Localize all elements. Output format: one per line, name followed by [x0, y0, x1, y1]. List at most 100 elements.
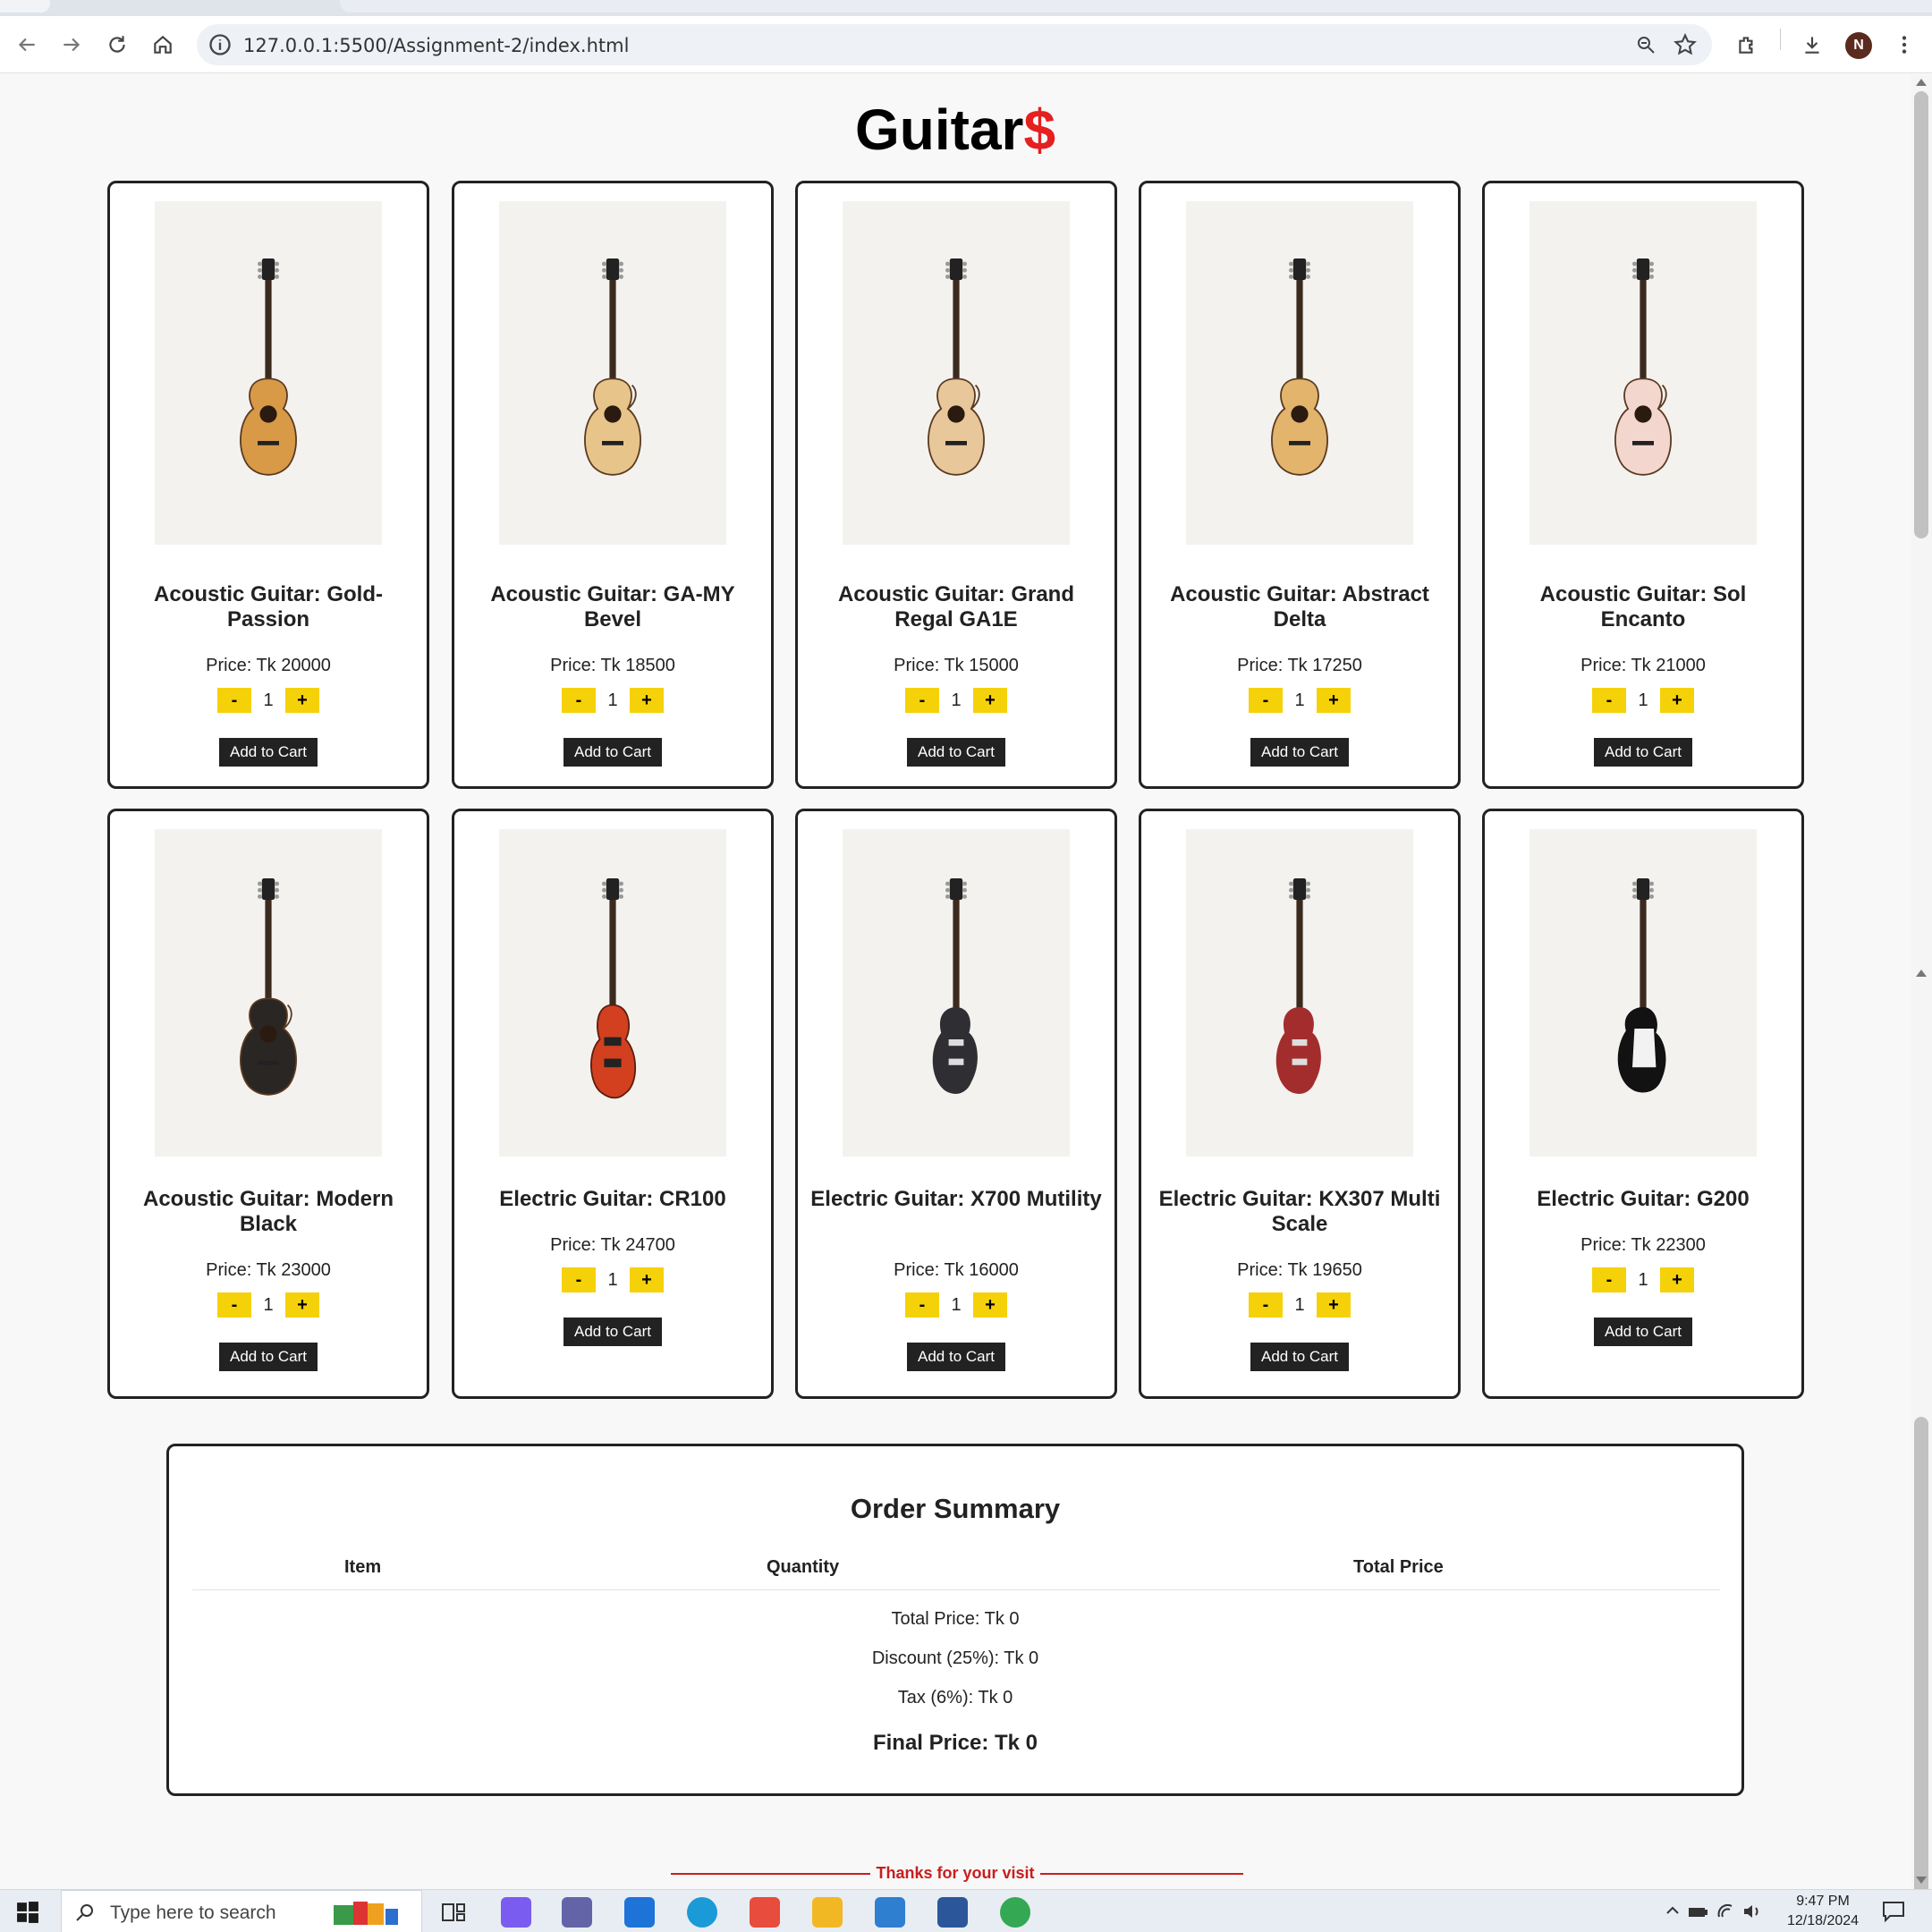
increase-qty-button[interactable]: + — [630, 688, 664, 713]
scroll-thumb[interactable] — [1914, 91, 1928, 538]
add-to-cart-button[interactable]: Add to Cart — [1250, 738, 1349, 767]
add-to-cart-button[interactable]: Add to Cart — [907, 1343, 1005, 1371]
product-card: Acoustic Guitar: Abstract Delta Price: Tk… — [1139, 181, 1461, 789]
product-image[interactable] — [1530, 829, 1757, 1157]
product-image[interactable] — [1530, 201, 1757, 545]
vscode-icon[interactable] — [875, 1897, 905, 1928]
qty-value: 1 — [263, 1294, 274, 1315]
search-placeholder[interactable]: Type here to search — [110, 1902, 276, 1924]
product-price: Price: Tk 19650 — [1237, 1260, 1362, 1280]
notification-center-icon[interactable] — [1882, 1901, 1905, 1922]
product-card: Acoustic Guitar: Sol Encanto Price: Tk 21… — [1482, 181, 1804, 789]
url-text[interactable]: 127.0.0.1:5500/Assignment-2/index.html — [243, 35, 629, 56]
increase-qty-button[interactable]: + — [973, 688, 1007, 713]
quantity-stepper: -1 + — [1141, 1292, 1458, 1318]
task-view-icon[interactable] — [438, 1897, 469, 1928]
guitar-image — [1246, 237, 1353, 510]
windows-start-icon[interactable] — [16, 1901, 39, 1924]
col-header-quantity: Quantity — [767, 1557, 840, 1577]
quantity-stepper: -1 + — [1485, 688, 1801, 713]
decrease-qty-button[interactable]: - — [217, 1292, 251, 1318]
increase-qty-button[interactable]: + — [973, 1292, 1007, 1318]
add-to-cart-button[interactable]: Add to Cart — [219, 1343, 318, 1371]
profile-avatar[interactable]: N — [1845, 32, 1872, 59]
decrease-qty-button[interactable]: - — [905, 688, 939, 713]
reload-icon[interactable] — [101, 29, 133, 61]
scroll-track-segment[interactable] — [1914, 1417, 1928, 1932]
decrease-qty-button[interactable]: - — [1592, 1267, 1626, 1292]
product-image[interactable] — [1186, 201, 1413, 545]
increase-qty-button[interactable]: + — [1660, 1267, 1694, 1292]
forward-icon[interactable] — [55, 29, 88, 61]
product-image[interactable] — [1186, 829, 1413, 1157]
word-icon[interactable] — [937, 1897, 968, 1928]
file-explorer-icon[interactable] — [812, 1897, 843, 1928]
scroll-up-arrow[interactable] — [1916, 79, 1927, 86]
add-to-cart-button[interactable]: Add to Cart — [1250, 1343, 1349, 1371]
search-icon — [76, 1904, 93, 1921]
mail-icon[interactable] — [624, 1897, 655, 1928]
guitar-image — [902, 857, 1010, 1130]
decrease-qty-button[interactable]: - — [562, 1267, 596, 1292]
back-icon[interactable] — [11, 29, 43, 61]
add-to-cart-button[interactable]: Add to Cart — [1594, 738, 1692, 767]
edge-icon[interactable] — [687, 1897, 717, 1928]
increase-qty-button[interactable]: + — [1317, 1292, 1351, 1318]
copilot-icon[interactable] — [501, 1897, 531, 1928]
summary-tax: Tax (6%): Tk 0 — [897, 1688, 1013, 1707]
increase-qty-button[interactable]: + — [285, 688, 319, 713]
teams-icon[interactable] — [562, 1897, 592, 1928]
increase-qty-button[interactable]: + — [630, 1267, 664, 1292]
toolbar-divider — [1780, 29, 1781, 50]
product-name: Electric Guitar: X700 Mutility — [810, 1187, 1102, 1211]
product-image[interactable] — [843, 829, 1070, 1157]
increase-qty-button[interactable]: + — [285, 1292, 319, 1318]
taskbar-search[interactable]: Type here to search — [61, 1890, 422, 1932]
decrease-qty-button[interactable]: - — [1249, 1292, 1283, 1318]
increase-qty-button[interactable]: + — [1317, 688, 1351, 713]
product-name: Acoustic Guitar: Grand Regal GA1E — [837, 582, 1075, 631]
address-bar[interactable]: 127.0.0.1:5500/Assignment-2/index.html — [197, 24, 1712, 65]
paint-icon[interactable] — [750, 1897, 780, 1928]
search-highlight-icon[interactable] — [330, 1896, 419, 1928]
add-to-cart-button[interactable]: Add to Cart — [907, 738, 1005, 767]
zoom-icon[interactable] — [1635, 34, 1657, 55]
add-to-cart-button[interactable]: Add to Cart — [219, 738, 318, 767]
product-image[interactable] — [843, 201, 1070, 545]
product-image[interactable] — [499, 201, 726, 545]
table-header-divider — [192, 1589, 1720, 1590]
decrease-qty-button[interactable]: - — [217, 688, 251, 713]
qty-value: 1 — [1638, 690, 1648, 710]
decrease-qty-button[interactable]: - — [562, 688, 596, 713]
qty-value: 1 — [1638, 1269, 1648, 1290]
site-info-icon[interactable] — [208, 32, 233, 57]
add-to-cart-button[interactable]: Add to Cart — [564, 738, 662, 767]
decrease-qty-button[interactable]: - — [1249, 688, 1283, 713]
taskbar-clock[interactable]: 9:47 PM 12/18/2024 — [1780, 1892, 1866, 1931]
decrease-qty-button[interactable]: - — [1592, 688, 1626, 713]
windows-taskbar: Type here to search 9:47 PM 12/18/2024 — [0, 1889, 1932, 1932]
bookmark-star-icon[interactable] — [1673, 32, 1698, 57]
home-icon[interactable] — [147, 29, 179, 61]
add-to-cart-button[interactable]: Add to Cart — [1594, 1318, 1692, 1346]
product-image[interactable] — [155, 201, 382, 545]
add-to-cart-button[interactable]: Add to Cart — [564, 1318, 662, 1346]
active-tab[interactable] — [0, 0, 50, 13]
scroll-down-arrow[interactable] — [1916, 1877, 1927, 1884]
qty-value: 1 — [607, 690, 618, 710]
product-image[interactable] — [499, 829, 726, 1157]
menu-icon[interactable] — [1890, 30, 1919, 59]
summary-total-price: Total Price: Tk 0 — [891, 1609, 1020, 1629]
decrease-qty-button[interactable]: - — [905, 1292, 939, 1318]
product-price: Price: Tk 22300 — [1580, 1235, 1706, 1255]
tray-icons[interactable] — [1662, 1901, 1769, 1922]
increase-qty-button[interactable]: + — [1660, 688, 1694, 713]
page-scrollbar[interactable] — [1911, 75, 1932, 1932]
extensions-icon[interactable] — [1733, 30, 1761, 59]
download-icon[interactable] — [1798, 30, 1826, 59]
footer-text: Thanks for your visit — [870, 1864, 1040, 1882]
product-image[interactable] — [155, 829, 382, 1157]
quantity-stepper: -1 + — [798, 1292, 1114, 1318]
product-price: Price: Tk 23000 — [206, 1260, 331, 1280]
chrome-icon[interactable] — [1000, 1897, 1030, 1928]
